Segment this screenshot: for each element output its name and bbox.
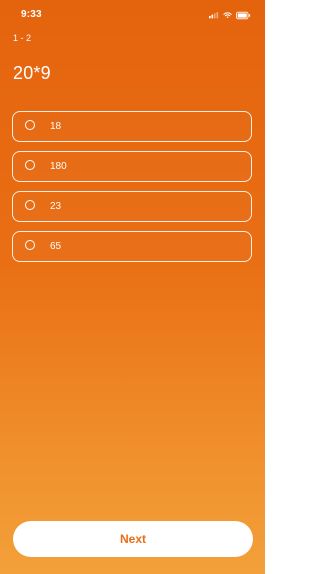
answer-option-label: 23 — [50, 201, 62, 212]
answer-option-label: 65 — [50, 241, 62, 252]
answer-option-label: 180 — [50, 161, 67, 172]
answer-options: 18 180 23 65 — [12, 111, 252, 271]
answer-option-23[interactable]: 23 — [12, 191, 252, 222]
question-progress: 1 - 2 — [13, 33, 32, 43]
status-bar: 9:33 — [0, 0, 265, 28]
status-time: 9:33 — [21, 9, 42, 20]
answer-option-65[interactable]: 65 — [12, 231, 252, 262]
radio-circle-icon — [25, 120, 35, 130]
question-text: 20*9 — [13, 63, 51, 83]
answer-option-18[interactable]: 18 — [12, 111, 252, 142]
battery-icon — [236, 11, 251, 19]
radio-circle-icon — [25, 240, 35, 250]
next-button[interactable]: Next — [13, 521, 253, 557]
wifi-icon — [223, 12, 232, 18]
signal-icon — [209, 12, 219, 19]
radio-circle-icon — [25, 200, 35, 210]
answer-option-label: 18 — [50, 121, 62, 132]
quiz-screen: 9:33 1 - 2 20*9 18 180 23 65 Next — [0, 0, 265, 574]
status-icons — [209, 10, 251, 20]
radio-circle-icon — [25, 160, 35, 170]
answer-option-180[interactable]: 180 — [12, 151, 252, 182]
